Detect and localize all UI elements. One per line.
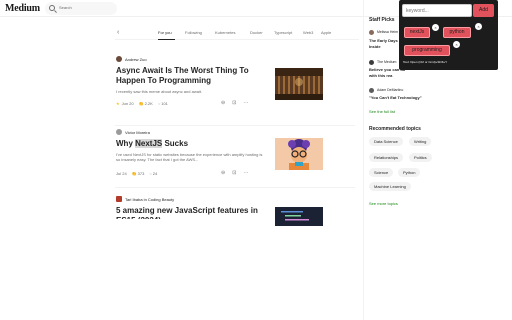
more-icon[interactable]: ··· bbox=[243, 100, 248, 106]
shortcut-hint: Tool: Open (Ctrl or Cmd)+Shift+Y bbox=[403, 60, 448, 64]
author-name: Melissa Heim bbox=[377, 30, 399, 34]
avatar bbox=[369, 60, 374, 65]
show-less-icon[interactable]: ⊖ bbox=[221, 170, 225, 176]
keyword-input[interactable] bbox=[402, 4, 472, 17]
search-placeholder: Search bbox=[59, 5, 72, 10]
topic-chip[interactable]: Science bbox=[369, 168, 394, 177]
highlighted-keyword: NextJS bbox=[135, 139, 163, 148]
article-title[interactable]: Async Await Is The Worst Thing To Happen… bbox=[116, 66, 276, 86]
keyword-tag[interactable]: programming bbox=[404, 45, 450, 56]
tab-typescript[interactable]: Typescript bbox=[274, 30, 292, 35]
see-full-list-link[interactable]: See the full list bbox=[369, 109, 395, 114]
staff-picks-heading: Staff Picks bbox=[369, 17, 395, 23]
article-thumbnail[interactable] bbox=[275, 68, 323, 100]
clap-icon: 👏 bbox=[131, 171, 137, 176]
bookmark-icon[interactable]: ⊡ bbox=[232, 170, 236, 176]
author-name: Victor Moreira bbox=[125, 130, 150, 135]
comment-icon: ◌ bbox=[149, 171, 152, 176]
comment-count: 24 bbox=[152, 171, 158, 176]
keyword-tag[interactable]: nextJs bbox=[404, 27, 430, 38]
more-icon[interactable]: ··· bbox=[243, 170, 248, 176]
keyword-tag[interactable]: python bbox=[443, 27, 471, 38]
keyword-filter-popup: Add nextJs × python × programming × Tool… bbox=[399, 0, 498, 70]
avatar bbox=[369, 30, 374, 35]
topic-chip[interactable]: Politics bbox=[409, 153, 432, 162]
recommended-topics-heading: Recommended topics bbox=[369, 126, 421, 132]
tab-docker[interactable]: Docker bbox=[250, 30, 263, 35]
article-title[interactable]: 5 amazing new JavaScript features in ES1… bbox=[116, 206, 276, 219]
member-star-icon: ★ bbox=[116, 101, 120, 106]
topic-chip[interactable]: Data Science bbox=[369, 137, 403, 146]
article-actions: ⊖ ⊡ ··· bbox=[221, 100, 255, 106]
tab-kubernetes[interactable]: Kubernetes bbox=[215, 30, 235, 35]
clap-count: 2.2K bbox=[144, 101, 153, 106]
clap-icon: 👏 bbox=[138, 101, 144, 106]
article-actions: ⊖ ⊡ ··· bbox=[221, 170, 255, 176]
remove-tag-icon[interactable]: × bbox=[453, 41, 460, 48]
article-divider bbox=[115, 125, 355, 126]
author-name: Adam DeMartino bbox=[377, 88, 404, 92]
author-name: The Medium bbox=[377, 60, 397, 64]
remove-tag-icon[interactable]: × bbox=[432, 24, 439, 31]
topic-chip[interactable]: Python bbox=[398, 168, 421, 177]
avatar bbox=[369, 88, 374, 93]
article-title[interactable]: Why NextJS Sucks bbox=[116, 139, 276, 149]
article-thumbnail[interactable] bbox=[275, 207, 323, 226]
avatar bbox=[116, 196, 122, 202]
medium-logo[interactable]: Medium bbox=[5, 3, 40, 14]
comment-icon: ◌ bbox=[157, 101, 161, 106]
title-text: Sucks bbox=[162, 139, 189, 148]
thumbnail-image bbox=[275, 207, 323, 226]
avatar bbox=[116, 129, 122, 135]
author-name: Andrew Zuo bbox=[125, 57, 147, 62]
clap-count: 373 bbox=[137, 171, 145, 176]
article-divider bbox=[115, 187, 355, 188]
article-card[interactable]: Tari Ibaba in Coding Beauty 5 amazing ne… bbox=[115, 196, 355, 226]
bookmark-icon[interactable]: ⊡ bbox=[232, 100, 236, 106]
title-text: Why bbox=[116, 139, 136, 148]
chevron-left-icon[interactable]: ‹ bbox=[117, 29, 119, 36]
article-subtitle: I've used NextJS for static websites bec… bbox=[116, 152, 263, 162]
add-keyword-button[interactable]: Add bbox=[473, 4, 494, 17]
article-meta: Jul 24 👏373 ◌24 bbox=[116, 171, 162, 176]
thumbnail-image bbox=[275, 68, 323, 100]
article-card[interactable]: Andrew Zuo Async Await Is The Worst Thin… bbox=[115, 56, 355, 116]
tab-apple[interactable]: Apple bbox=[321, 30, 331, 35]
article-card[interactable]: Victor Moreira Why NextJS Sucks I've use… bbox=[115, 129, 355, 181]
see-more-topics-link[interactable]: See more topics bbox=[369, 201, 398, 206]
topic-tabs: ‹ For you Following Kubernetes Docker Ty… bbox=[115, 28, 359, 40]
staff-pick-title[interactable]: "You Can't Eat Technology" bbox=[369, 95, 489, 101]
author-name: Tari Ibaba in Coding Beauty bbox=[125, 197, 175, 202]
topic-chip[interactable]: Machine Learning bbox=[369, 182, 411, 191]
comment-count: 101 bbox=[161, 101, 168, 106]
remove-tag-icon[interactable]: × bbox=[475, 23, 482, 30]
article-subtitle: I recently saw this meme about async and… bbox=[116, 89, 203, 94]
article-thumbnail[interactable] bbox=[275, 138, 323, 170]
show-less-icon[interactable]: ⊖ bbox=[221, 100, 225, 106]
search-icon bbox=[49, 5, 55, 11]
tab-web3[interactable]: Web3 bbox=[303, 30, 313, 35]
article-date: Jul 24 bbox=[116, 171, 127, 176]
tab-for-you[interactable]: For you bbox=[158, 30, 172, 35]
search-bar[interactable]: Search bbox=[45, 2, 117, 15]
article-date: Jun 20 bbox=[121, 101, 134, 106]
topic-chip[interactable]: Writing bbox=[409, 137, 432, 146]
tab-following[interactable]: Following bbox=[185, 30, 202, 35]
avatar bbox=[116, 56, 122, 62]
active-tab-underline bbox=[158, 39, 175, 40]
article-meta: ★ Jun 20 👏2.2K ◌101 bbox=[116, 101, 173, 106]
thumbnail-image bbox=[275, 138, 323, 170]
topic-chip[interactable]: Relationships bbox=[369, 153, 404, 162]
